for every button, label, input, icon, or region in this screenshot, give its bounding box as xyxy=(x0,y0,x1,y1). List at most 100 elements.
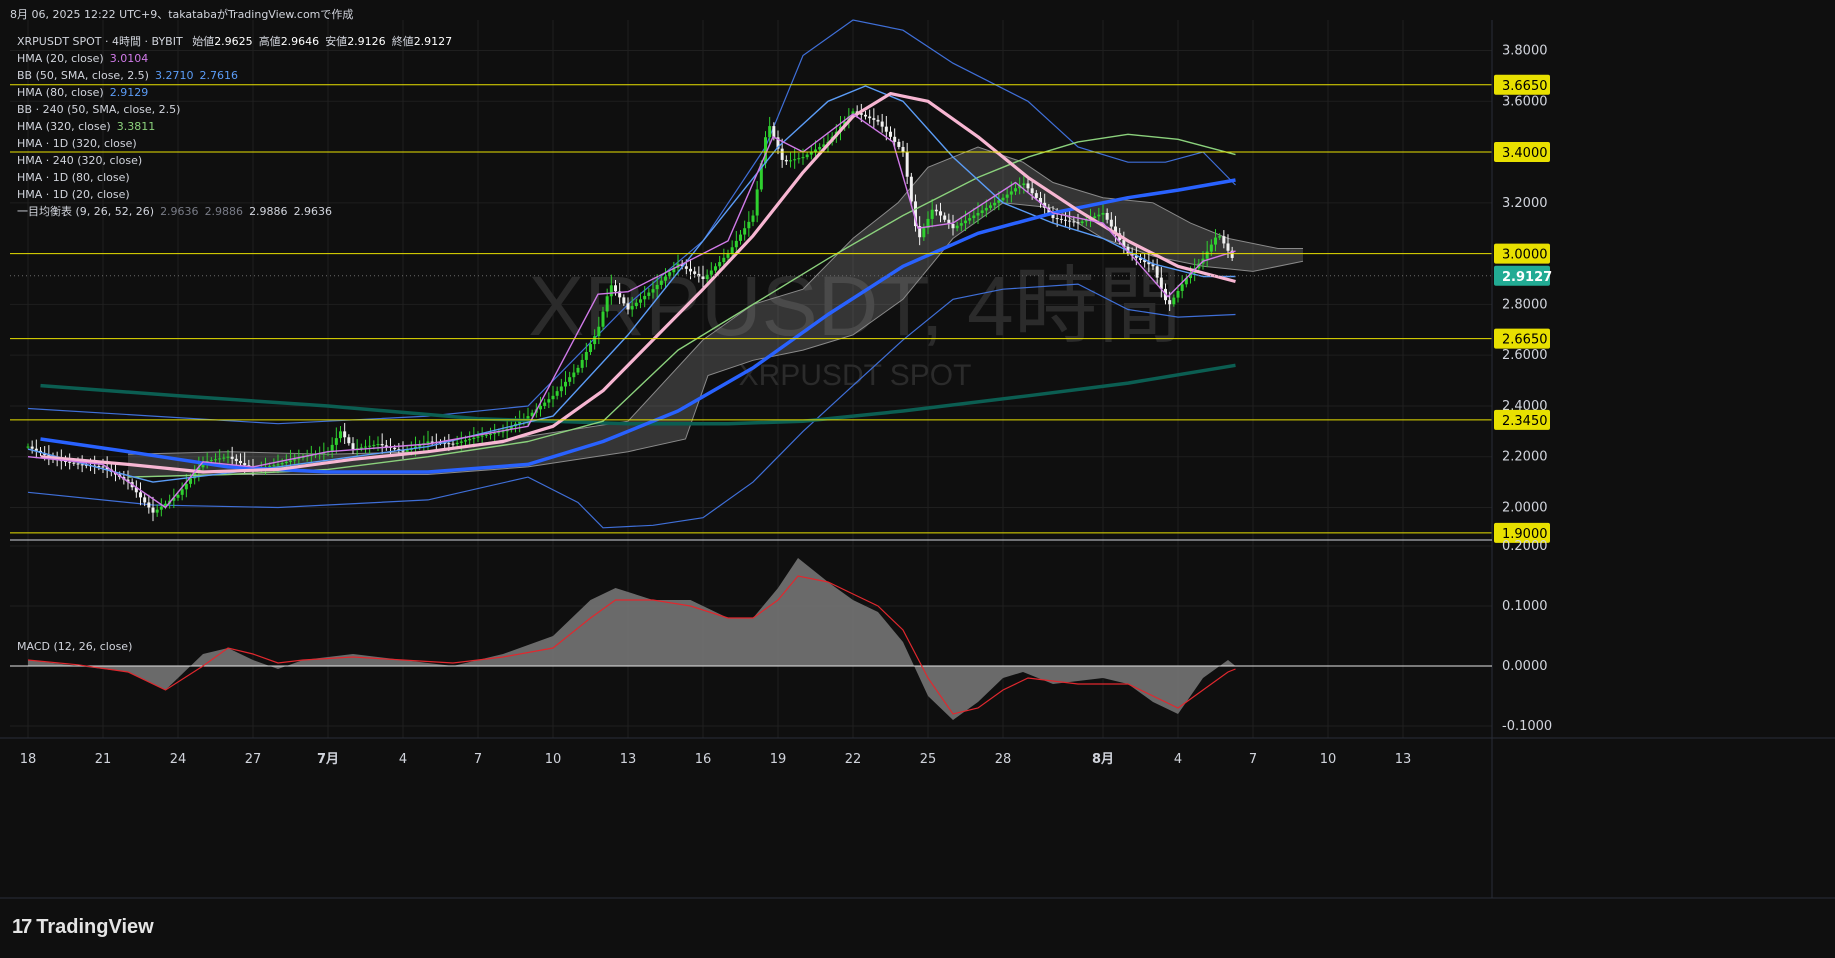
candle-body xyxy=(476,436,480,438)
indicator-row[interactable]: HMA · 1D (20, close) xyxy=(17,186,452,203)
candle-body xyxy=(76,463,80,465)
ohlc-item: 安値2.9126 xyxy=(325,35,386,48)
candle-body xyxy=(526,416,530,419)
candle-body xyxy=(876,119,880,122)
candle-body xyxy=(730,247,734,254)
candle-body xyxy=(789,160,792,162)
candle-body xyxy=(276,464,280,466)
candle-body xyxy=(468,438,472,441)
candle-body xyxy=(1014,188,1017,192)
indicator-name: BB (50, SMA, close, 2.5) xyxy=(17,69,149,82)
indicator-row[interactable]: HMA (80, close) 2.9129 xyxy=(17,84,452,101)
price-tick-label: 2.6000 xyxy=(1502,348,1548,363)
time-tick-label: 24 xyxy=(170,752,187,767)
candle-body xyxy=(430,441,434,443)
candle-body xyxy=(959,223,963,226)
candle-body xyxy=(868,116,872,119)
candle-body xyxy=(797,158,801,160)
candle-body xyxy=(714,266,717,271)
price-tick-label: 2.2000 xyxy=(1502,450,1548,465)
candle-body xyxy=(214,459,217,461)
indicator-value: 2.9129 xyxy=(109,86,149,99)
candle-body xyxy=(539,405,542,410)
candle-body xyxy=(559,386,563,392)
macd-title[interactable]: MACD (12, 26, close) xyxy=(17,640,132,653)
ohlc-item: 高値2.9646 xyxy=(259,35,320,48)
time-tick-label: 4 xyxy=(399,752,407,767)
candle-body xyxy=(484,434,488,436)
candle-body xyxy=(605,296,609,312)
candle-body xyxy=(1001,197,1005,201)
last-price-label: 2.9127 xyxy=(1502,270,1552,285)
indicator-row[interactable]: HMA (20, close) 3.0104 xyxy=(17,50,452,67)
candle-body xyxy=(934,209,938,212)
price-tick-label: 3.2000 xyxy=(1502,196,1548,211)
candle-body xyxy=(184,483,188,490)
candle-body xyxy=(1218,236,1222,238)
candle-body xyxy=(784,159,788,162)
candle-body xyxy=(101,466,105,468)
candle-body xyxy=(601,311,605,327)
indicator-row[interactable]: HMA · 240 (320, close) xyxy=(17,152,452,169)
candle-body xyxy=(1009,191,1013,195)
candle-body xyxy=(80,464,84,466)
candle-body xyxy=(30,446,34,449)
candle-body xyxy=(222,457,226,459)
indicator-row[interactable]: HMA (320, close) 3.3811 xyxy=(17,118,452,135)
ohlc-item: 終値2.9127 xyxy=(392,35,453,48)
candle-body xyxy=(955,225,959,229)
candle-body xyxy=(593,336,597,345)
level-price-label: 3.6650 xyxy=(1502,79,1548,94)
candle-body xyxy=(176,494,180,498)
candle-body xyxy=(239,460,242,464)
candle-body xyxy=(564,381,567,387)
candle-body xyxy=(739,234,742,241)
indicator-row[interactable]: 一目均衡表 (9, 26, 52, 26) 2.9636 2.9886 2.9886 2… xyxy=(17,203,452,220)
candle-body xyxy=(589,344,592,353)
candle-body xyxy=(793,159,797,161)
candle-body xyxy=(1076,222,1080,224)
candle-body xyxy=(347,437,351,444)
candle-body xyxy=(493,433,497,435)
candle-body xyxy=(1080,221,1084,224)
candle-body xyxy=(547,399,551,403)
candle-body xyxy=(768,126,772,138)
price-tick-label: 2.8000 xyxy=(1502,297,1548,312)
candle-body xyxy=(609,285,613,297)
candle-body xyxy=(943,215,947,220)
candle-body xyxy=(543,402,547,406)
candle-body xyxy=(772,126,776,138)
candle-body xyxy=(1034,193,1038,198)
candle-body xyxy=(968,218,972,221)
symbol-row[interactable]: XRPUSDT SPOT · 4時間 · BYBIT 始値2.9625 高値2.9… xyxy=(17,33,452,50)
indicator-name: BB · 240 (50, SMA, close, 2.5) xyxy=(17,103,181,116)
tradingview-logo[interactable]: 17 TradingView xyxy=(12,916,154,939)
candle-body xyxy=(743,228,747,235)
candle-body xyxy=(1072,221,1076,223)
indicator-row[interactable]: BB · 240 (50, SMA, close, 2.5) xyxy=(17,101,452,118)
indicator-row[interactable]: HMA · 1D (80, close) xyxy=(17,169,452,186)
candle-body xyxy=(26,446,30,448)
candle-body xyxy=(1022,183,1026,186)
candle-body xyxy=(1214,237,1217,245)
indicator-name: HMA (80, close) xyxy=(17,86,104,99)
candle-body xyxy=(459,441,463,443)
candle-body xyxy=(930,209,934,219)
indicator-value: 2.9886 xyxy=(204,205,244,218)
tradingview-logo-text: TradingView xyxy=(36,916,154,938)
candle-body xyxy=(614,285,617,292)
candle-body xyxy=(339,431,342,439)
indicator-value: 2.9636 xyxy=(160,205,199,218)
candle-body xyxy=(689,268,692,272)
indicator-row[interactable]: BB (50, SMA, close, 2.5) 3.2710 2.7616 xyxy=(17,67,452,84)
indicator-row[interactable]: HMA · 1D (320, close) xyxy=(17,135,452,152)
candle-body xyxy=(1109,219,1113,227)
candle-body xyxy=(922,228,926,238)
candle-body xyxy=(280,463,284,465)
candle-body xyxy=(155,509,159,513)
candle-body xyxy=(805,154,809,158)
indicator-value: 2.9636 xyxy=(293,205,333,218)
watermark-sub: XRPUSDT SPOT xyxy=(739,359,972,392)
time-tick-label: 7 xyxy=(1249,752,1257,767)
time-tick-label: 28 xyxy=(995,752,1012,767)
